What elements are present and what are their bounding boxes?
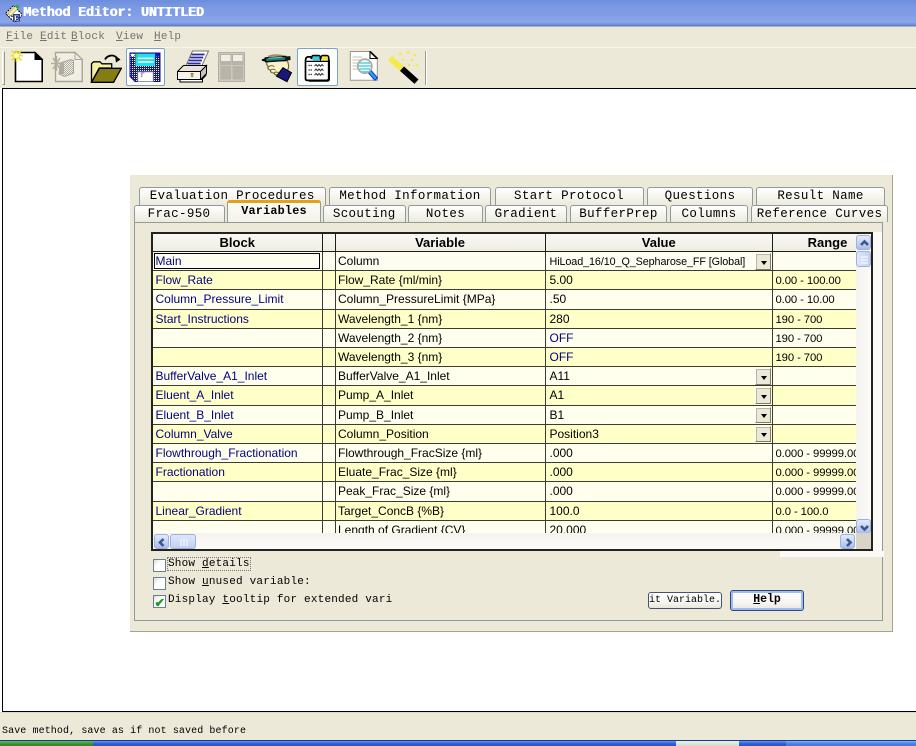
svg-text:E: E [14,14,19,23]
